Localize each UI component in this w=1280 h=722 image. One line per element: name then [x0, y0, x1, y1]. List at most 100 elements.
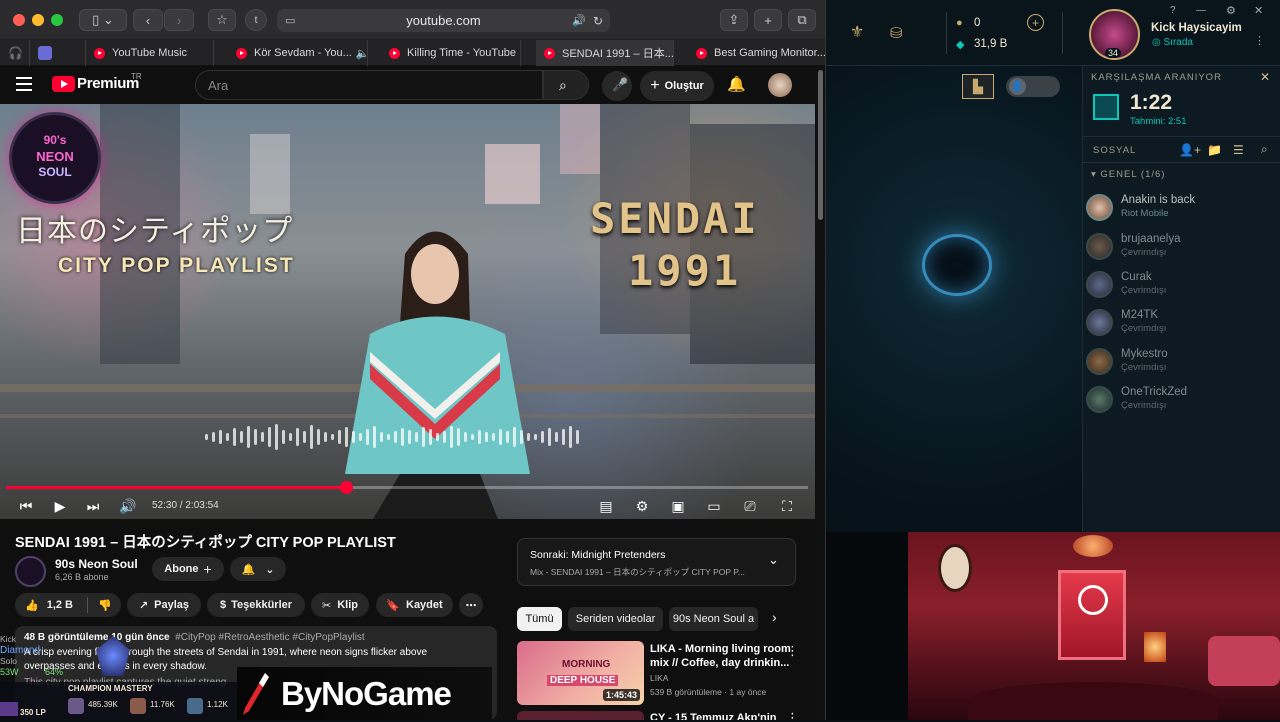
share-button[interactable]: ⇪ [720, 9, 748, 31]
friend-group-header[interactable]: ▾ GENEL (1/6) [1091, 169, 1165, 180]
wave-bar [226, 433, 229, 441]
progress-bar[interactable] [6, 481, 808, 494]
theater-mode-icon[interactable]: ▭ [704, 496, 724, 516]
zoom-window-button[interactable] [51, 14, 63, 26]
friend-item[interactable]: M24TK Çevrimdışı [1086, 307, 1276, 341]
subtitles-icon[interactable]: ▤ [596, 496, 616, 516]
subscribe-button[interactable]: Abone + [152, 557, 224, 581]
buy-rp-button[interactable]: + [1027, 14, 1044, 31]
chip-channel[interactable]: 90s Neon Soul a [669, 607, 758, 631]
next-icon[interactable]: ⏭ [83, 496, 103, 516]
menu-icon[interactable] [16, 77, 32, 91]
recommended-thumbnail-1[interactable]: MORNING DEEP HOUSE 1:45:43 [517, 641, 644, 705]
video-player[interactable]: 90's NEON SOUL 日本のシティポップ CITY POP PLAYLI… [0, 104, 815, 519]
search-icon[interactable]: ⌕ [1261, 142, 1268, 157]
close-window-button[interactable] [13, 14, 25, 26]
airplay-icon[interactable]: ⎚ [740, 496, 760, 516]
chevron-down-icon[interactable]: ⌄ [768, 552, 779, 568]
rec-title-line-2[interactable]: mix // Coffee, day drinkin... [650, 657, 789, 669]
volume-icon[interactable]: 🔊 [118, 496, 138, 516]
settings-gear-icon[interactable]: ⚙ [632, 496, 652, 516]
help-icon[interactable]: ? [1170, 5, 1176, 16]
friend-item[interactable]: Curak Çevrimdışı [1086, 269, 1276, 303]
channel-avatar[interactable] [15, 556, 46, 587]
mastery-1-points: 485.39K [88, 700, 118, 709]
rec-title-line-1[interactable]: LIKA - Morning living room [650, 643, 791, 655]
wave-bar [422, 427, 425, 447]
address-bar[interactable]: ▭ youtube.com 🔊 ↻ [277, 9, 610, 32]
tab-kor-sevdam[interactable]: Kör Sevdam - You... 🔈 [228, 40, 368, 66]
wave-bar [534, 434, 537, 440]
youtube-logo-icon[interactable] [52, 76, 75, 92]
loot-icon[interactable]: ⛁ [890, 24, 903, 42]
save-button[interactable]: 🔖 Kaydet [376, 593, 453, 617]
add-friend-icon[interactable]: 👤+ [1179, 143, 1201, 157]
party-toggle[interactable]: 👤 [1006, 76, 1060, 97]
up-next-panel[interactable]: Sonraki: Midnight Pretenders Mix - SENDA… [517, 538, 796, 586]
pinned-tab-2[interactable] [30, 40, 86, 66]
avatar[interactable] [768, 73, 792, 97]
youtube-header: Premium TR Ara ⌕ 🎤 + Oluştur 🔔 [0, 66, 825, 104]
youtube-icon [236, 47, 247, 59]
like-count[interactable]: 1,2 B [47, 599, 73, 611]
thanks-button[interactable]: $ Teşekkürler [207, 593, 305, 617]
youtube-premium-logo[interactable]: Premium [77, 75, 139, 92]
tab-overview-button[interactable]: ⧉ [788, 9, 816, 31]
more-vertical-icon[interactable]: ⋮ [786, 710, 799, 720]
rank-stats-button[interactable]: ▙ [962, 74, 994, 99]
friend-item[interactable]: Mykestro Çevrimdışı [1086, 346, 1276, 380]
add-folder-icon[interactable]: 📁 [1207, 143, 1222, 157]
more-vertical-icon[interactable]: ⋮ [786, 643, 799, 659]
back-button[interactable]: ‹ [133, 9, 163, 31]
chip-all[interactable]: Tümü [517, 607, 562, 631]
friend-item[interactable]: Anakin is back Riot Mobile [1086, 192, 1276, 226]
more-actions-button[interactable]: ⋯ [459, 593, 483, 617]
chip-series[interactable]: Seriden videolar [568, 607, 663, 631]
channel-name[interactable]: 90s Neon Soul [55, 557, 138, 571]
clip-button[interactable]: ✂ Klip [311, 593, 369, 617]
extension-button[interactable]: t [245, 9, 267, 31]
audio-playing-icon[interactable]: 🔊 [572, 14, 586, 27]
search-input[interactable]: Ara [195, 70, 543, 100]
close-icon[interactable]: ✕ [1254, 4, 1263, 17]
tab-killing-time[interactable]: Killing Time - YouTube [381, 40, 521, 66]
cancel-queue-icon[interactable]: ✕ [1260, 70, 1270, 84]
previous-icon[interactable]: ⏮ [16, 496, 36, 516]
fullscreen-icon[interactable]: ⛶ [777, 496, 797, 516]
settings-gear-icon[interactable]: ⚙ [1226, 4, 1236, 17]
collection-icon[interactable]: ⚜ [850, 22, 864, 42]
minimize-window-button[interactable] [32, 14, 44, 26]
recommended-thumbnail-2[interactable] [517, 711, 644, 720]
friend-item[interactable]: OneTrickZed Çevrimdışı [1086, 384, 1276, 418]
rec-channel[interactable]: LIKA [650, 673, 668, 683]
tab-gaming-monitor[interactable]: Best Gaming Monitor... [688, 40, 825, 66]
share-button[interactable]: ↗ Paylaş [127, 593, 201, 617]
dislike-icon[interactable]: 👎 [98, 599, 112, 612]
tab-youtube-music[interactable]: YouTube Music [86, 40, 214, 66]
forward-button[interactable]: › [164, 9, 194, 31]
create-button[interactable]: + Oluştur [640, 71, 714, 101]
play-icon[interactable]: ▶ [50, 496, 70, 516]
blue-essence-icon: ◆ [956, 39, 965, 51]
more-icon[interactable]: ⋮ [1254, 34, 1265, 47]
rec2-title[interactable]: CY - 15 Temmuz Akp'nin [650, 712, 777, 720]
pinned-tab-1[interactable]: 🎧 [0, 40, 30, 66]
search-button[interactable]: ⌕ [543, 70, 589, 100]
notifications-icon[interactable]: 🔔 [727, 75, 746, 93]
list-icon[interactable]: ☰ [1233, 143, 1244, 157]
scrubber-handle[interactable] [340, 481, 354, 494]
chevron-right-icon[interactable]: › [772, 609, 777, 625]
tab-sendai-1991[interactable]: SENDAI 1991 – 日本... [536, 40, 674, 66]
minimize-icon[interactable]: — [1196, 5, 1206, 16]
notification-bell-button[interactable]: 🔔 ⌄ [230, 557, 286, 581]
sidebar-toggle-button[interactable]: ▯ ⌄ [79, 9, 127, 31]
friend-item[interactable]: brujaanelya Çevrimdışı [1086, 231, 1276, 265]
new-tab-button[interactable]: + [754, 9, 782, 31]
summoner-name[interactable]: Kick Haysicayim [1151, 22, 1242, 34]
reload-icon[interactable]: ↻ [593, 14, 603, 28]
favorites-button[interactable]: ☆ [208, 9, 236, 31]
like-icon[interactable]: 👍 [25, 599, 39, 612]
voice-search-button[interactable]: 🎤 [602, 71, 632, 101]
page-scrollbar[interactable] [816, 66, 825, 720]
miniplayer-icon[interactable]: ▣ [668, 496, 688, 516]
